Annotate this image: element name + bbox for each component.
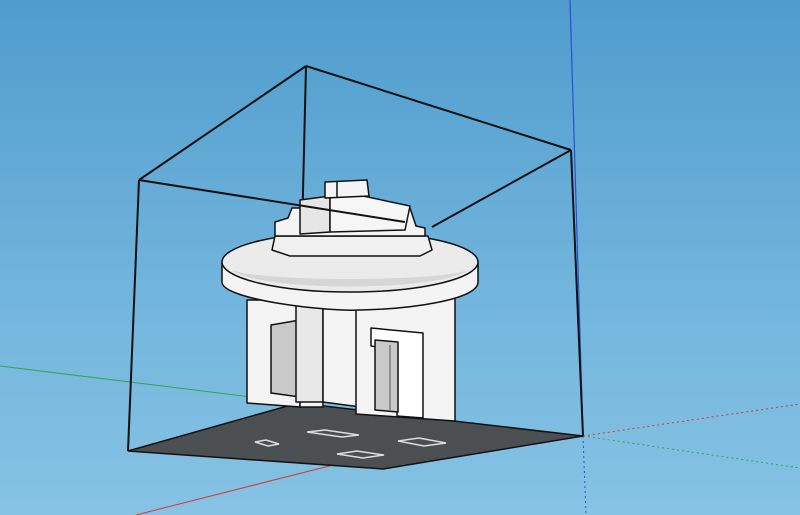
crown-tier-3 [271, 235, 433, 257]
right-doorway-opening [374, 339, 399, 413]
green-axis-dotted [582, 435, 800, 469]
crown-core-left [299, 195, 331, 235]
3d-viewport[interactable] [0, 0, 800, 515]
blue-axis-dotted [582, 435, 587, 515]
red-axis-dotted [582, 403, 800, 437]
scene-canvas[interactable] [0, 0, 800, 515]
crown-core-right [329, 195, 411, 233]
red-axis-line [135, 461, 346, 515]
building-model[interactable] [221, 179, 479, 422]
crown-top-block [324, 179, 370, 199]
